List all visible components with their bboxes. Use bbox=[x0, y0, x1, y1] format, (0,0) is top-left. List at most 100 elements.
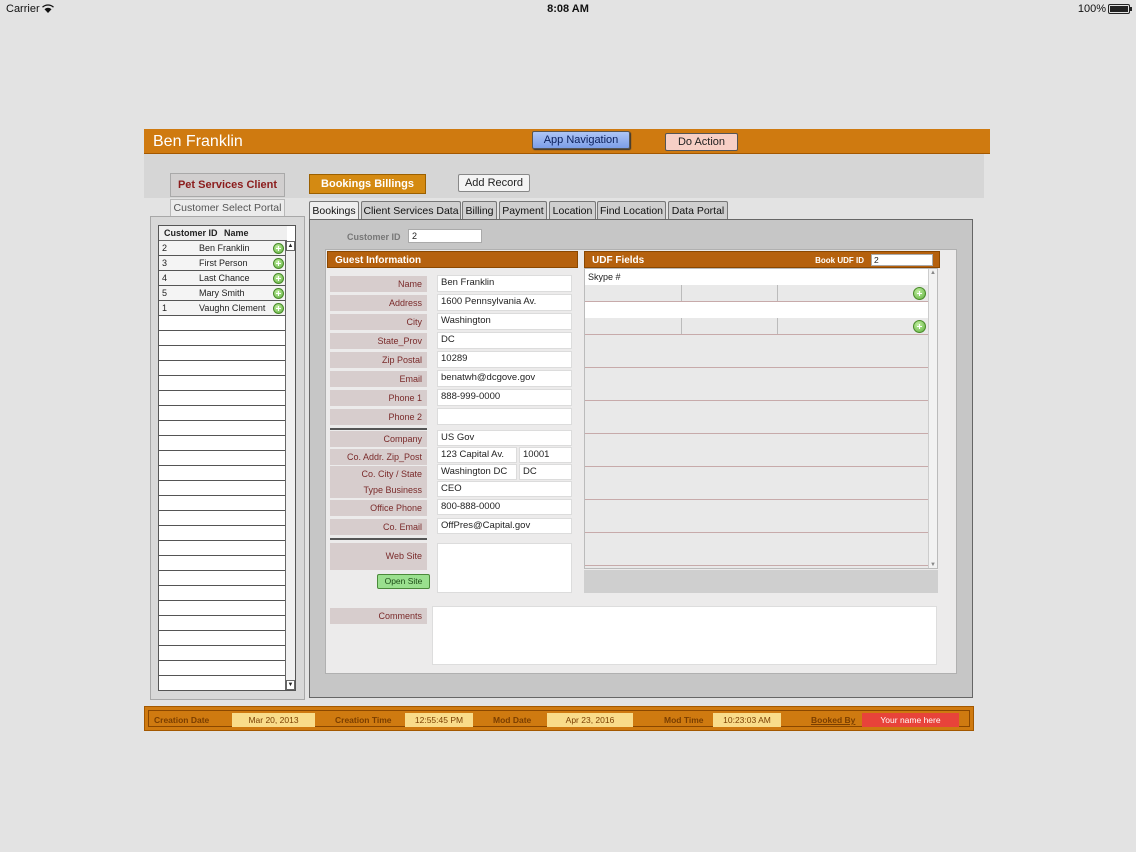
add-icon[interactable] bbox=[273, 243, 284, 254]
book-udf-id-field[interactable]: 2 bbox=[871, 254, 933, 266]
creation-time-value: 12:55:45 PM bbox=[405, 713, 473, 727]
type-business-field[interactable]: CEO bbox=[437, 481, 572, 497]
phone-2-field[interactable] bbox=[437, 408, 572, 425]
scroll-down-arrow-icon[interactable]: ▼ bbox=[930, 562, 936, 568]
table-row[interactable]: 1 Vaughn Clement bbox=[159, 301, 287, 316]
phone-1-field[interactable]: 888-999-0000 bbox=[437, 389, 572, 406]
table-row[interactable] bbox=[159, 526, 287, 541]
table-row[interactable]: 5 Mary Smith bbox=[159, 286, 287, 301]
table-row[interactable] bbox=[159, 391, 287, 406]
scroll-up-arrow-icon[interactable]: ▲ bbox=[930, 270, 936, 276]
open-site-button[interactable]: Open Site bbox=[377, 574, 430, 589]
table-row[interactable] bbox=[159, 376, 287, 391]
udf-row[interactable] bbox=[585, 368, 929, 401]
company-label: Company bbox=[330, 431, 427, 447]
table-row[interactable] bbox=[159, 541, 287, 556]
table-row[interactable] bbox=[159, 331, 287, 346]
co-state-field[interactable]: DC bbox=[519, 464, 572, 480]
table-row[interactable]: 2 Ben Franklin bbox=[159, 241, 287, 256]
battery-percent: 100% bbox=[1077, 3, 1106, 15]
table-row[interactable] bbox=[159, 481, 287, 496]
table-row[interactable] bbox=[159, 556, 287, 571]
customer-id-field[interactable]: 2 bbox=[408, 229, 482, 243]
add-icon[interactable] bbox=[273, 258, 284, 269]
office-phone-field[interactable]: 800-888-0000 bbox=[437, 499, 572, 515]
tab-payment[interactable]: Payment bbox=[499, 201, 547, 220]
address-field[interactable]: 1600 Pennsylvania Av. bbox=[437, 294, 572, 311]
bookings-billings-button[interactable]: Bookings Billings bbox=[309, 174, 426, 194]
tab-client-services-data[interactable]: Client Services Data bbox=[361, 201, 461, 220]
table-row[interactable] bbox=[159, 361, 287, 376]
pet-services-client-tab[interactable]: Pet Services Client bbox=[170, 173, 285, 197]
udf-grid[interactable]: Skype # ▲ ▼ bbox=[584, 268, 938, 569]
co-addr-field[interactable]: 123 Capital Av. bbox=[437, 447, 517, 463]
customer-list[interactable]: Customer ID Name 2 Ben Franklin 3 First Per… bbox=[158, 225, 296, 691]
add-icon[interactable] bbox=[913, 287, 926, 300]
table-row[interactable]: 4 Last Chance bbox=[159, 271, 287, 286]
table-row[interactable] bbox=[159, 346, 287, 361]
name-field[interactable]: Ben Franklin bbox=[437, 275, 572, 292]
tab-billing[interactable]: Billing bbox=[462, 201, 497, 220]
udf-scrollbar[interactable]: ▲ ▼ bbox=[928, 269, 937, 568]
udf-row[interactable] bbox=[585, 533, 929, 566]
table-row[interactable] bbox=[159, 406, 287, 421]
table-row[interactable] bbox=[159, 436, 287, 451]
mod-time-label: Mod Time bbox=[664, 715, 704, 725]
add-icon[interactable] bbox=[273, 288, 284, 299]
scroll-up-arrow-icon[interactable]: ▲ bbox=[286, 241, 295, 251]
table-row[interactable] bbox=[159, 421, 287, 436]
table-row[interactable]: 3 First Person bbox=[159, 256, 287, 271]
add-record-button[interactable]: Add Record bbox=[458, 174, 530, 192]
udf-row[interactable]: Skype # bbox=[585, 269, 929, 302]
add-icon[interactable] bbox=[273, 273, 284, 284]
udf-row[interactable] bbox=[585, 467, 929, 500]
app-navigation-button[interactable]: App Navigation bbox=[532, 131, 630, 149]
udf-row[interactable] bbox=[585, 434, 929, 467]
table-row[interactable] bbox=[159, 601, 287, 616]
table-row[interactable] bbox=[159, 616, 287, 631]
customer-id-cell: 2 bbox=[162, 243, 168, 253]
udf-field-values[interactable] bbox=[585, 285, 929, 301]
email-field[interactable]: benatwh@dcgove.gov bbox=[437, 370, 572, 387]
add-icon[interactable] bbox=[273, 303, 284, 314]
co-city-label: Co. City / State bbox=[330, 466, 427, 482]
table-row[interactable] bbox=[159, 571, 287, 586]
company-field[interactable]: US Gov bbox=[437, 430, 572, 446]
table-row[interactable] bbox=[159, 661, 287, 676]
table-row[interactable] bbox=[159, 646, 287, 661]
comments-field[interactable] bbox=[432, 606, 937, 665]
email-label: Email bbox=[330, 371, 427, 387]
udf-row[interactable] bbox=[585, 401, 929, 434]
table-row[interactable] bbox=[159, 511, 287, 526]
state-prov-field[interactable]: DC bbox=[437, 332, 572, 349]
udf-row[interactable] bbox=[585, 302, 929, 335]
table-row[interactable] bbox=[159, 496, 287, 511]
udf-row[interactable] bbox=[585, 500, 929, 533]
city-field[interactable]: Washington bbox=[437, 313, 572, 330]
table-row[interactable] bbox=[159, 676, 287, 690]
booked-by-value[interactable]: Your name here bbox=[862, 713, 959, 727]
table-row[interactable] bbox=[159, 586, 287, 601]
booked-by-label[interactable]: Booked By bbox=[811, 715, 855, 725]
table-row[interactable] bbox=[159, 466, 287, 481]
co-zip-field[interactable]: 10001 bbox=[519, 447, 572, 463]
tab-data-portal[interactable]: Data Portal bbox=[668, 201, 728, 220]
table-row[interactable] bbox=[159, 451, 287, 466]
add-icon[interactable] bbox=[913, 320, 926, 333]
scroll-down-arrow-icon[interactable]: ▼ bbox=[286, 680, 295, 690]
udf-field-label[interactable]: Skype # bbox=[585, 269, 929, 285]
co-email-field[interactable]: OffPres@Capital.gov bbox=[437, 518, 572, 534]
udf-field-values[interactable] bbox=[585, 318, 929, 334]
udf-fields-header: UDF Fields Book UDF ID 2 bbox=[584, 251, 940, 268]
do-action-button[interactable]: Do Action bbox=[665, 133, 738, 151]
tab-location[interactable]: Location bbox=[549, 201, 596, 220]
table-row[interactable] bbox=[159, 316, 287, 331]
tab-find-location[interactable]: Find Location bbox=[597, 201, 666, 220]
udf-row[interactable] bbox=[585, 335, 929, 368]
customer-list-scrollbar[interactable]: ▲ ▼ bbox=[285, 241, 295, 690]
co-city-field[interactable]: Washington DC bbox=[437, 464, 517, 480]
udf-field-label[interactable] bbox=[585, 302, 929, 318]
zip-postal-field[interactable]: 10289 bbox=[437, 351, 572, 368]
table-row[interactable] bbox=[159, 631, 287, 646]
web-site-field[interactable] bbox=[437, 543, 572, 593]
